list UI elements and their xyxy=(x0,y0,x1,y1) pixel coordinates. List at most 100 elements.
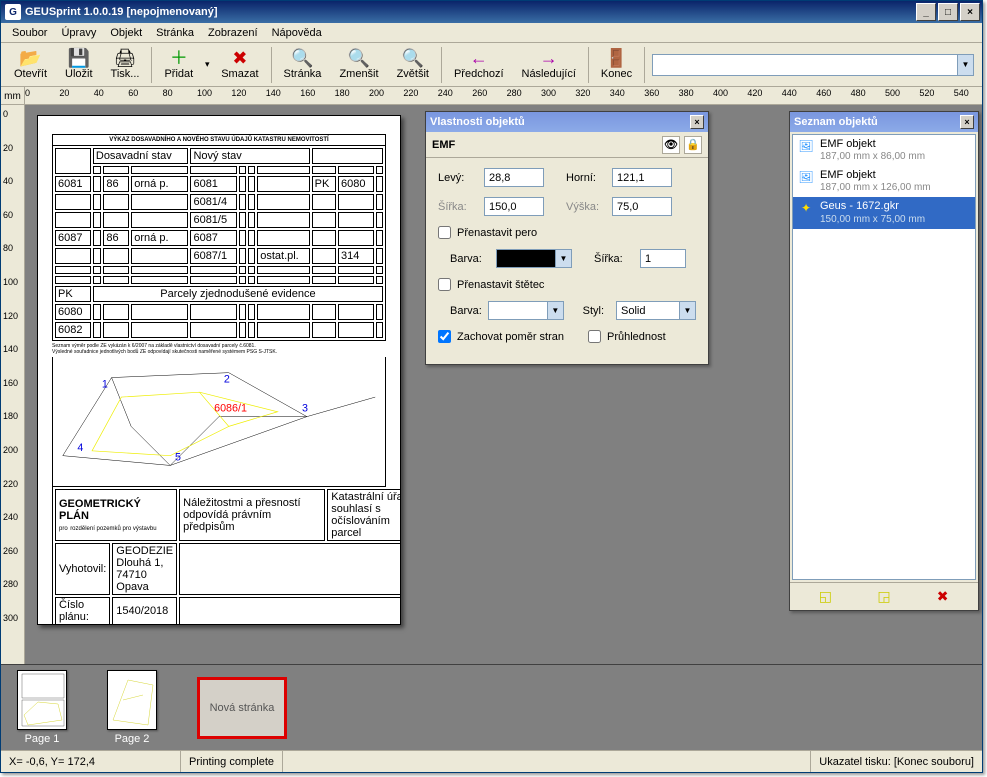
objectlist-body[interactable]: 🖼EMF objekt187,00 mm x 86,00 mm🖼EMF obje… xyxy=(792,134,976,580)
height-label: Výška: xyxy=(566,201,606,213)
objectlist-item[interactable]: 🖼EMF objekt187,00 mm x 126,00 mm xyxy=(793,166,975,197)
canvas-page[interactable]: VÝKAZ DOSAVADNÍHO A NOVÉHO STAVU ÚDAJŮ K… xyxy=(37,115,401,625)
brush-color-label: Barva: xyxy=(450,305,482,317)
objectlist-panel-title[interactable]: Seznam objektů × xyxy=(790,112,978,132)
minimize-button[interactable]: _ xyxy=(916,3,936,21)
brush-color-dropdown[interactable]: ▼ xyxy=(548,301,564,320)
pen-color-label: Barva: xyxy=(450,253,490,265)
thumb-page2-preview[interactable] xyxy=(107,670,157,730)
thumb-newpage[interactable]: Nová stránka xyxy=(197,677,287,739)
keep-ratio-checkbox[interactable] xyxy=(438,330,451,343)
send-back-icon[interactable]: ◲ xyxy=(873,587,895,607)
zoomin-button[interactable]: 🔍Zvětšit xyxy=(388,45,438,85)
pen-color-swatch[interactable] xyxy=(496,249,556,268)
save-button[interactable]: 💾Uložit xyxy=(56,45,102,85)
height-input[interactable] xyxy=(612,197,672,216)
chevron-down-icon[interactable]: ▼ xyxy=(957,55,973,75)
brush-color-swatch[interactable] xyxy=(488,301,548,320)
objectlist-item-title: EMF objekt xyxy=(820,138,925,151)
next-button[interactable]: →Následující xyxy=(513,45,585,85)
top-input[interactable] xyxy=(612,168,672,187)
override-pen-checkbox[interactable] xyxy=(438,226,451,239)
separator xyxy=(588,47,589,83)
thumb-page2[interactable]: Page 2 xyxy=(107,670,157,745)
end-button[interactable]: 🚪Konec xyxy=(592,45,641,85)
ruler-horizontal-area: mm 0204060801001201401601802002202402602… xyxy=(1,87,982,105)
objectlist-item-title: EMF objekt xyxy=(820,169,931,182)
linewidth-label: Šířka: xyxy=(594,253,634,265)
left-label: Levý: xyxy=(438,172,478,184)
width-input[interactable] xyxy=(484,197,544,216)
bring-front-icon[interactable]: ◱ xyxy=(814,587,836,607)
zoom-out-icon: 🔍 xyxy=(348,49,370,67)
style-dropdown[interactable]: ▼ xyxy=(680,301,696,320)
status-coords: X= -0,6, Y= 172,4 xyxy=(1,751,181,772)
svg-text:1: 1 xyxy=(102,378,108,390)
prev-button[interactable]: ←Předchozí xyxy=(445,45,513,85)
menu-objekt[interactable]: Objekt xyxy=(103,25,149,41)
emf-icon: 🖼 xyxy=(798,138,814,154)
menu-napoveda[interactable]: Nápověda xyxy=(265,25,329,41)
delete-object-icon[interactable]: ✖ xyxy=(932,587,954,607)
objectlist-item-title: Geus - 1672.gkr xyxy=(820,200,925,213)
menu-zobrazeni[interactable]: Zobrazení xyxy=(201,25,265,41)
thumbnails-bar: Page 1 Page 2 Nová stránka xyxy=(1,664,982,750)
transparency-label: Průhlednost xyxy=(607,331,666,343)
linewidth-input[interactable] xyxy=(640,249,686,268)
magnifier-icon: 🔍 xyxy=(291,49,313,67)
save-icon: 💾 xyxy=(68,49,90,67)
transparency-checkbox[interactable] xyxy=(588,330,601,343)
svg-text:5: 5 xyxy=(175,452,181,464)
document-footer: GEOMETRICKÝ PLÁNpro rozdělení pozemků pr… xyxy=(52,487,401,625)
properties-panel-title[interactable]: Vlastnosti objektů × xyxy=(426,112,708,132)
gkr-icon: ✦ xyxy=(798,200,814,216)
top-label: Horní: xyxy=(566,172,606,184)
override-pen-label: Přenastavit pero xyxy=(457,227,537,239)
zoomout-button[interactable]: 🔍Zmenšit xyxy=(330,45,387,85)
style-select[interactable]: Solid xyxy=(616,301,680,320)
menu-soubor[interactable]: Soubor xyxy=(5,25,54,41)
thumb-newpage-button[interactable]: Nová stránka xyxy=(197,677,287,739)
menu-upravy[interactable]: Úpravy xyxy=(54,25,103,41)
toolbar-combo[interactable]: ▼ xyxy=(652,54,974,76)
app-window: G GEUSprint 1.0.0.19 [nepojmenovaný] _ □… xyxy=(0,0,983,773)
statusbar: X= -0,6, Y= 172,4 Printing complete Ukaz… xyxy=(1,750,982,772)
add-button[interactable]: ＋Přidat xyxy=(155,45,202,85)
page-button[interactable]: 🔍Stránka xyxy=(275,45,331,85)
status-pointer: Ukazatel tisku: [Konec souboru] xyxy=(810,751,982,772)
add-dropdown[interactable]: ▾ xyxy=(202,45,212,85)
separator xyxy=(271,47,272,83)
pen-color-dropdown[interactable]: ▼ xyxy=(556,249,572,268)
properties-panel: Vlastnosti objektů × EMF 👁 🔒 Levý: xyxy=(425,111,709,365)
svg-text:6086/1: 6086/1 xyxy=(214,403,247,415)
print-button[interactable]: 🖨Tisk... xyxy=(102,45,149,85)
window-title: GEUSprint 1.0.0.19 [nepojmenovaný] xyxy=(25,6,916,18)
left-input[interactable] xyxy=(484,168,544,187)
keep-ratio-label: Zachovat poměr stran xyxy=(457,331,564,343)
thumb-page1-preview[interactable] xyxy=(17,670,67,730)
document-drawing: 6086/1 123 45 xyxy=(52,357,386,487)
workspace[interactable]: VÝKAZ DOSAVADNÍHO A NOVÉHO STAVU ÚDAJŮ K… xyxy=(25,105,982,664)
thumb-page2-label: Page 2 xyxy=(115,733,150,745)
panel-close-icon[interactable]: × xyxy=(960,115,974,129)
objectlist-item[interactable]: ✦Geus - 1672.gkr150,00 mm x 75,00 mm xyxy=(793,197,975,228)
ruler-vertical: 0204060801001201401601802002202402602803… xyxy=(1,105,25,664)
override-brush-checkbox[interactable] xyxy=(438,278,451,291)
arrow-left-icon: ← xyxy=(470,49,488,67)
status-message: Printing complete xyxy=(181,751,283,772)
maximize-button[interactable]: □ xyxy=(938,3,958,21)
separator xyxy=(441,47,442,83)
objectlist-item[interactable]: 🖼EMF objekt187,00 mm x 86,00 mm xyxy=(793,135,975,166)
delete-button[interactable]: ✖Smazat xyxy=(212,45,267,85)
close-button[interactable]: × xyxy=(960,3,980,21)
thumb-page1[interactable]: Page 1 xyxy=(17,670,67,745)
lock-icon[interactable]: 🔒 xyxy=(684,136,702,154)
objectlist-bottombar: ◱ ◲ ✖ xyxy=(790,582,978,610)
toolbar: 📂Otevřít 💾Uložit 🖨Tisk... ＋Přidat ▾ ✖Sma… xyxy=(1,43,982,87)
menu-stranka[interactable]: Stránka xyxy=(149,25,201,41)
eye-icon[interactable]: 👁 xyxy=(662,136,680,154)
open-button[interactable]: 📂Otevřít xyxy=(5,45,56,85)
panel-close-icon[interactable]: × xyxy=(690,115,704,129)
menubar: Soubor Úpravy Objekt Stránka Zobrazení N… xyxy=(1,23,982,43)
ruler-unit-label: mm xyxy=(1,87,25,105)
